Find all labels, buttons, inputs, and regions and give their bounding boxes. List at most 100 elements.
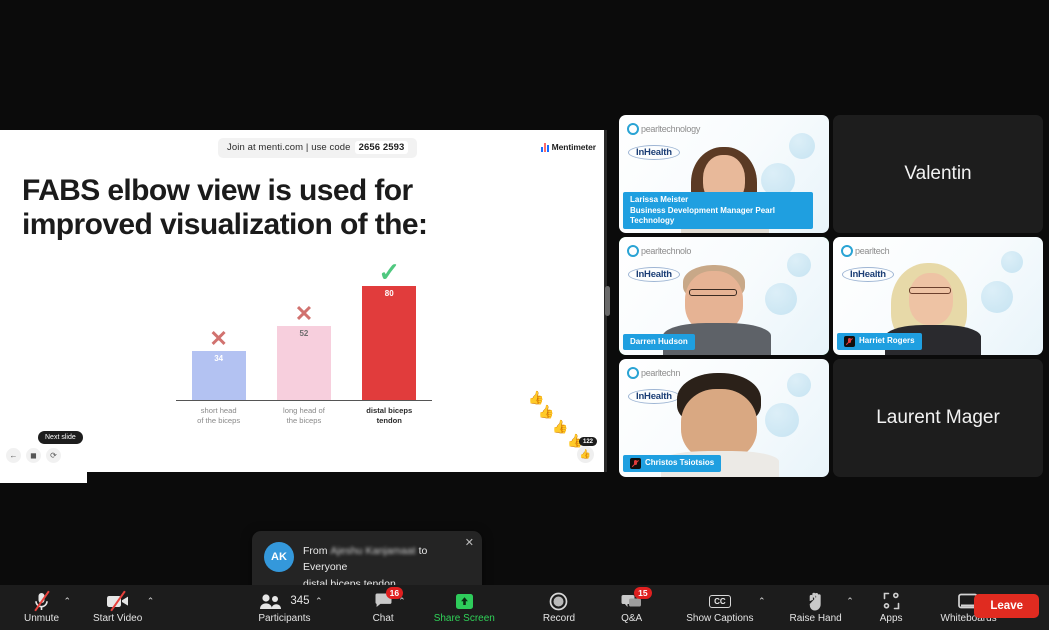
axis-label: long head of the biceps [261,402,346,430]
people-icon: 345 [259,591,310,611]
chart-axis-line [176,399,432,401]
bar-value: 52 [299,329,309,338]
reaction-thumb-icon: 👍 [552,419,569,434]
start-video-button[interactable]: Start Video ⌃ [87,585,154,630]
bar-column: ✕ 34 [176,328,261,400]
participants-count: 345 [290,595,310,607]
slide-controls[interactable]: ← ◼ ⟳ [6,448,61,463]
share-screen-label: Share Screen [433,613,495,624]
show-captions-button[interactable]: CC Show Captions ⌃ [680,585,765,630]
pearl-logo-text: pearltech [855,246,890,256]
cc-icon: CC [709,591,731,611]
next-slide-tooltip: Next slide [38,431,83,444]
qa-button[interactable]: 15 Q&A [615,585,652,630]
menti-join-text: Join at menti.com | use code [227,142,351,153]
shared-screen-content[interactable]: Join at menti.com | use code 2656 2593 Me… [0,130,607,472]
chat-sender-name: Ajeshu Kanjamaat [330,545,416,557]
axis-label-line: short head [200,406,237,415]
apps-label: Apps [879,613,903,624]
cc-label: CC [709,594,731,608]
pearl-ring-icon [627,123,639,135]
stop-presenting-button[interactable]: ◼ [26,448,41,463]
chat-bubble-icon: 16 [374,587,404,611]
record-button[interactable]: Record [537,585,581,630]
qa-badge: 15 [634,587,652,599]
pearl-logo-text: pearltechnology [641,124,701,134]
microphone-muted-icon [33,590,50,612]
bar-column: ✕ 52 [261,303,346,400]
unmute-label: Unmute [24,613,60,624]
video-tile-valentin[interactable]: Valentin [833,115,1043,233]
microphone-muted-icon [630,458,641,469]
video-tile-laurent[interactable]: Laurent Mager [833,359,1043,477]
unmute-button[interactable]: Unmute ⌃ [18,585,71,630]
chart-axis-labels: short head of the biceps long head of th… [176,402,432,430]
video-tile-harriet[interactable]: pearltech InHealth Harriet Rogers [833,237,1043,355]
apps-icon [882,591,901,611]
bar-column: ✓ 80 [347,259,432,400]
start-video-label: Start Video [93,613,143,624]
pearl-logo-text: pearltechnolo [641,246,692,256]
previous-slide-button[interactable]: ← [6,448,21,463]
leave-button[interactable]: Leave [974,594,1039,618]
apps-button[interactable]: Apps [874,585,909,630]
participants-button[interactable]: 345 Participants ⌃ [252,585,323,630]
avatar: AK [264,542,294,572]
participant-name: Harriet Rogers [859,336,915,346]
qa-label: Q&A [621,613,643,624]
record-circle-icon [549,591,568,611]
bar-value: 34 [214,354,224,363]
bar-rect: 52 [276,326,331,400]
mentimeter-bars-icon [540,142,549,152]
video-tile-larissa[interactable]: pearltechnology InHealth Larissa Meister… [619,115,829,233]
participant-name-badge: Larissa Meister Business Development Man… [623,192,813,229]
raised-hand-icon [807,591,824,611]
bar-value: 80 [384,289,394,298]
participant-subtitle: Business Development Manager Pearl Techn… [630,205,775,225]
chevron-up-icon[interactable]: ⌃ [315,596,323,607]
close-icon[interactable]: ✕ [465,538,474,549]
chat-button[interactable]: 16 Chat ⌃ [367,585,406,630]
chevron-up-icon[interactable]: ⌃ [846,596,854,607]
bar-marker-correct: ✓ [378,257,401,287]
pearl-logo-text: pearltechn [641,368,681,378]
chat-from-label: From [303,545,328,557]
mentimeter-logo: Mentimeter [540,142,596,152]
refresh-slide-button[interactable]: ⟳ [46,448,61,463]
participant-name-badge: Darren Hudson [623,333,695,350]
reaction-count: 122 [578,437,597,446]
pearl-technology-logo: pearltech [841,245,890,257]
pearl-ring-icon [627,245,639,257]
poll-question: FABS elbow view is used for improved vis… [22,174,428,242]
menti-join-code-pill: Join at menti.com | use code 2656 2593 [218,138,418,158]
pearl-technology-logo: pearltechnolo [627,245,691,257]
pearl-ring-icon [841,245,853,257]
participants-label: Participants [258,613,311,624]
chevron-up-icon[interactable]: ⌃ [398,596,406,607]
video-tile-christos[interactable]: pearltechn InHealth Christos Tsiotsios [619,359,829,477]
raise-hand-label: Raise Hand [789,613,842,624]
axis-label-line: of the biceps [197,416,241,426]
share-screen-icon [455,591,474,611]
menti-join-code: 2656 2593 [354,141,409,154]
shared-screen-scrollbar[interactable] [605,286,610,316]
axis-label-line: distal biceps [366,406,413,415]
chevron-up-icon[interactable]: ⌃ [758,596,766,607]
participant-name-badge: Christos Tsiotsios [623,455,722,472]
video-tile-darren[interactable]: pearltechnolo InHealth Darren Hudson [619,237,829,355]
thumbs-up-icon[interactable]: 👍 [577,446,594,463]
person-glasses [689,288,737,296]
person-face [909,272,953,325]
pearl-technology-logo: pearltechn [627,367,680,379]
reaction-thumb-icon: 👍 [538,404,555,419]
reactions-overlay: 👍 👍 👍 👍 122 👍 [520,388,600,463]
share-screen-button[interactable]: Share Screen [428,585,501,630]
bar-rect: 34 [191,351,246,400]
chevron-up-icon[interactable]: ⌃ [63,596,71,607]
raise-hand-button[interactable]: Raise Hand ⌃ [783,585,854,630]
chevron-up-icon[interactable]: ⌃ [147,596,155,607]
participant-name: Valentin [904,163,972,184]
pearl-technology-logo: pearltechnology [627,123,700,135]
person-glasses [909,286,951,294]
zoom-meeting-window: Join at menti.com | use code 2656 2593 Me… [0,0,1049,630]
